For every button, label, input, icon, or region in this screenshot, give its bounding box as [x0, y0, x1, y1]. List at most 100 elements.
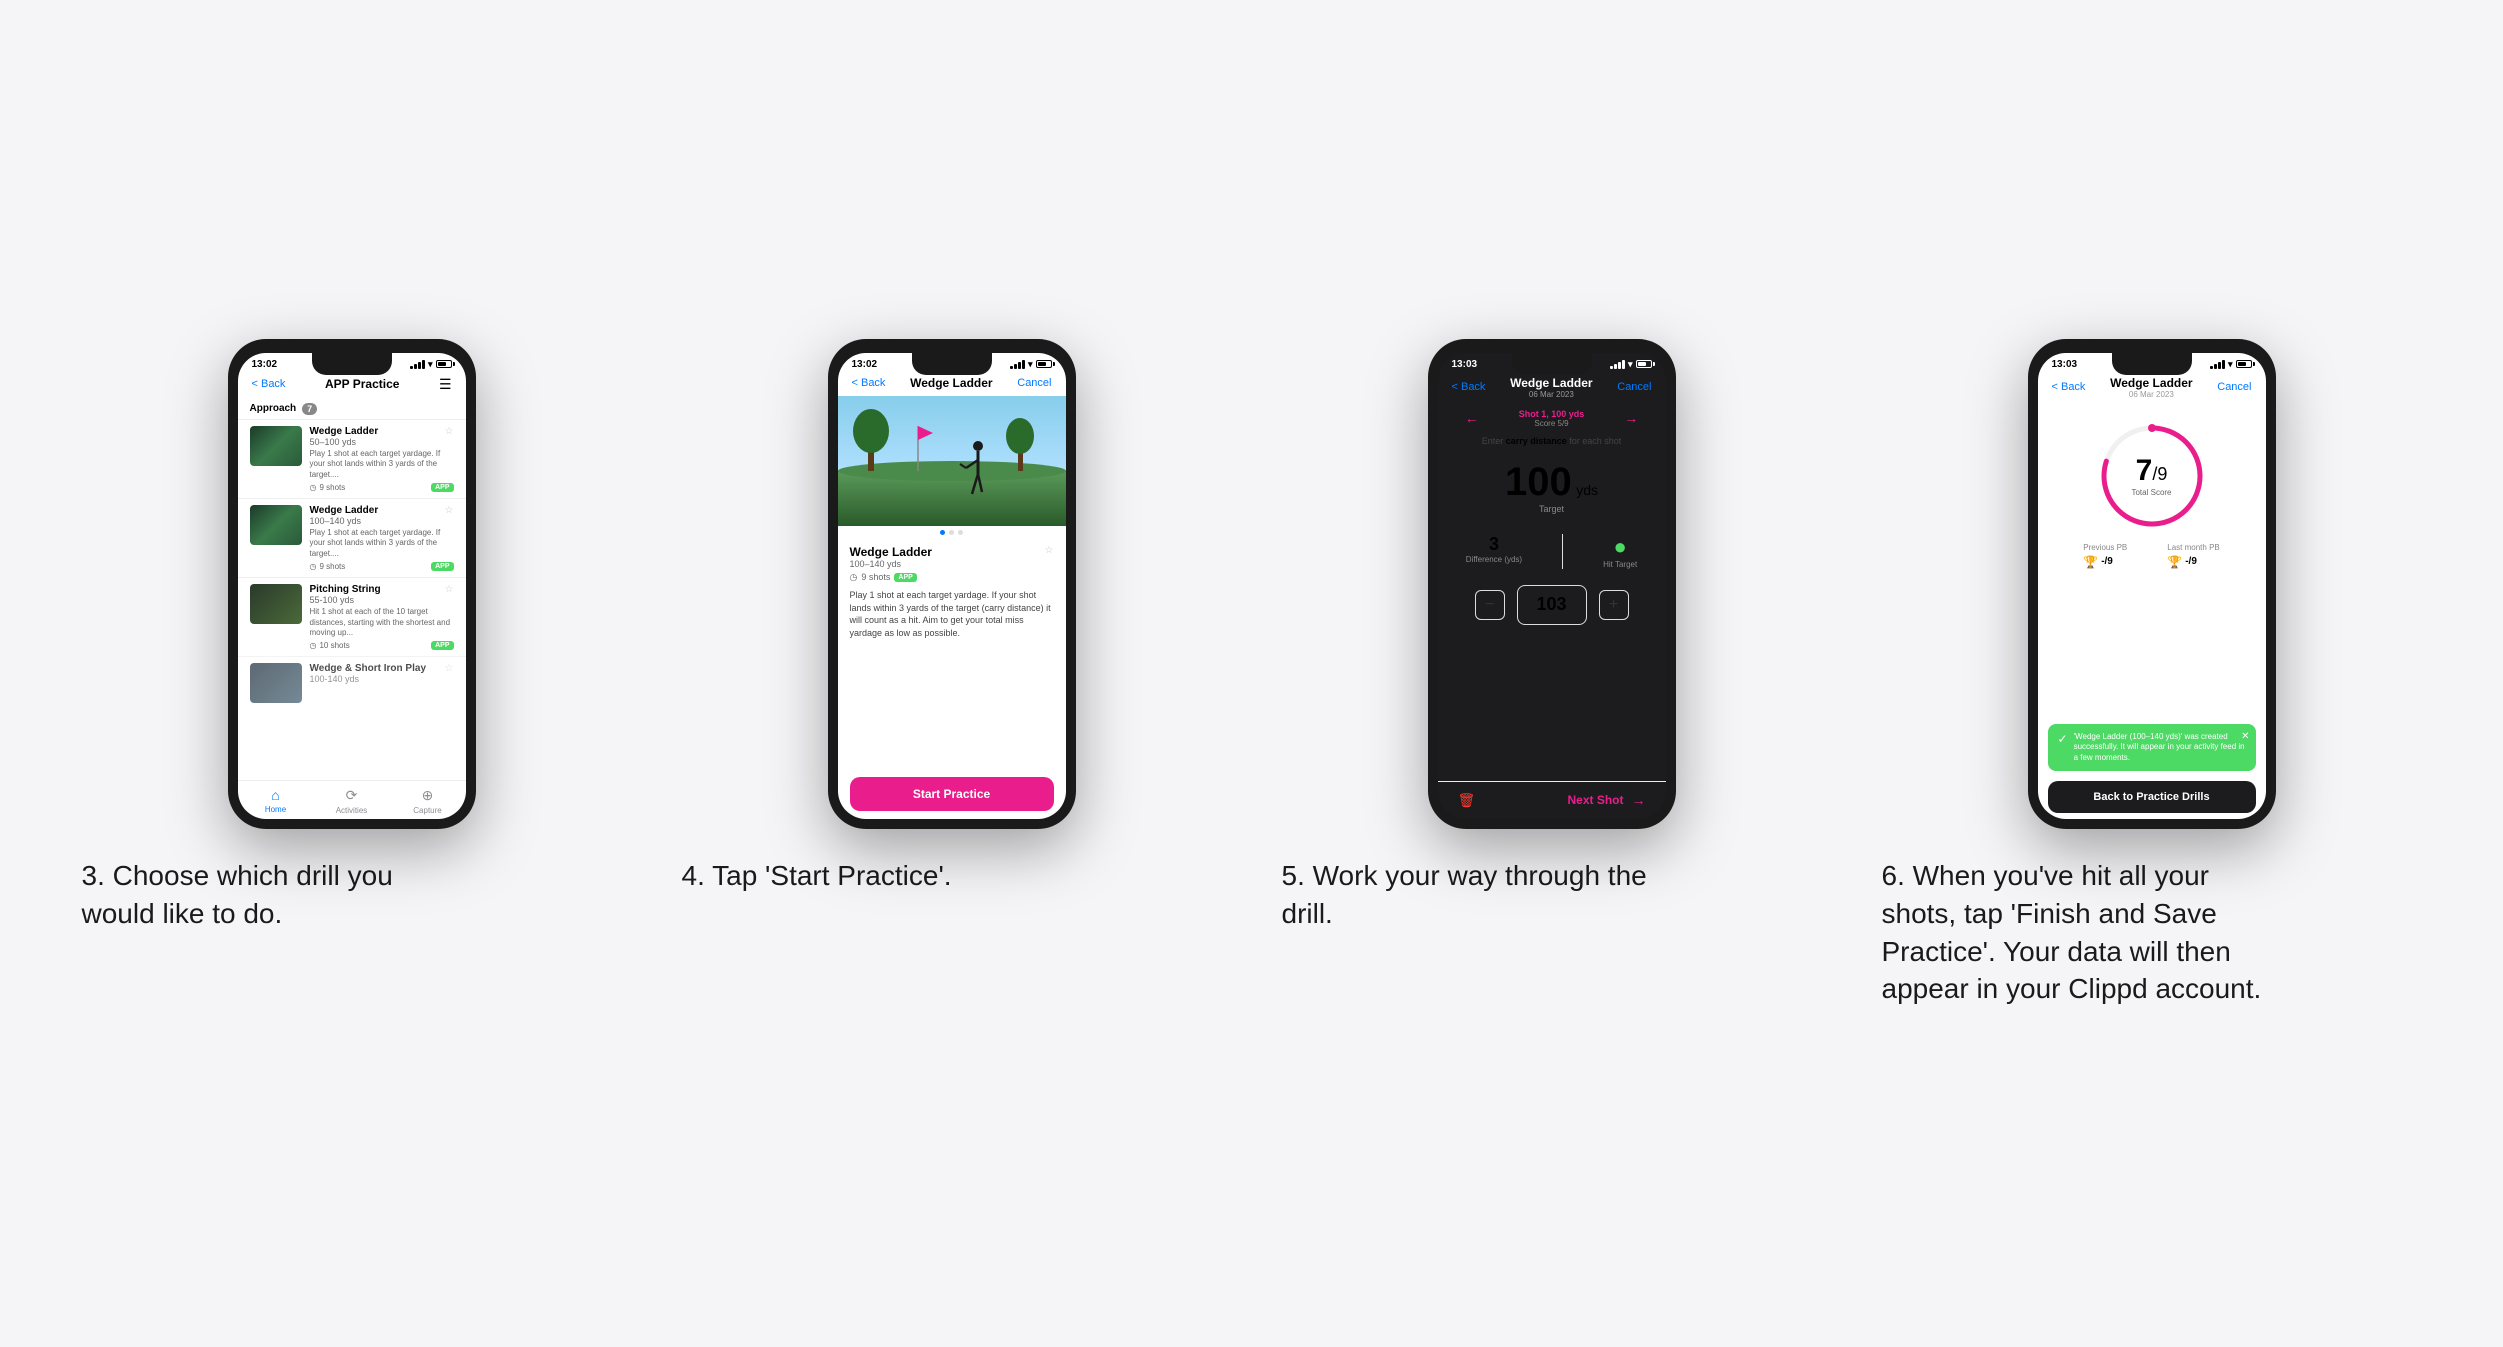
- drill-desc-1: Play 1 shot at each target yardage. If y…: [310, 449, 454, 480]
- drill-info-2: Wedge Ladder 100–140 yds ☆ Play 1 shot a…: [310, 505, 454, 571]
- input-row: − 103 +: [1438, 577, 1666, 633]
- back-to-practice-drills-button[interactable]: Back to Practice Drills: [2048, 781, 2256, 813]
- shot-label: Shot 1, 100 yds: [1519, 409, 1585, 419]
- status-icons-6: ▾: [2210, 359, 2252, 370]
- nav-bar-5: < Back Wedge Ladder 06 Mar 2023 Cancel: [1438, 372, 1666, 405]
- drill-description: Play 1 shot at each target yardage. If y…: [850, 589, 1054, 639]
- signal-bars-6: [2210, 360, 2225, 369]
- difference-value: 3: [1466, 534, 1522, 555]
- next-shot-arrow[interactable]: →: [1624, 410, 1638, 426]
- nav-back-4[interactable]: < Back: [852, 377, 886, 389]
- drill-item-2[interactable]: Wedge Ladder 100–140 yds ☆ Play 1 shot a…: [238, 498, 466, 577]
- drill-star-1[interactable]: ☆: [445, 426, 454, 437]
- last-month-pb-label: Last month PB: [2167, 543, 2219, 552]
- drill-detail-name-wrap: Wedge Ladder 100–140 yds: [850, 545, 932, 569]
- drill-shots-row: ◷ 9 shots APP: [850, 572, 1054, 583]
- signal-bar-3: [418, 362, 421, 369]
- caption-3: 3. Choose which drill you would like to …: [82, 857, 462, 933]
- target-unit: yds: [1576, 482, 1598, 498]
- spacer-5: [1438, 633, 1666, 781]
- score-circle-container: 7 /9 Total Score: [2038, 405, 2266, 539]
- app-badge-detail: APP: [894, 573, 916, 582]
- phone-3: 13:02 ▾: [228, 339, 476, 829]
- drill-item-3[interactable]: Pitching String 55-100 yds ☆ Hit 1 shot …: [238, 577, 466, 656]
- drill-info-4: Wedge & Short Iron Play 100-140 yds ☆: [310, 663, 454, 684]
- nav-bar-3: < Back APP Practice ☰: [238, 372, 466, 399]
- clock-icon-3: ◷: [310, 641, 317, 650]
- shot-score: Score 5/9: [1519, 419, 1585, 428]
- nav-title-4: Wedge Ladder: [910, 376, 992, 390]
- drill-thumb-img-4: [250, 663, 302, 703]
- drill-thumb-4: [250, 663, 302, 703]
- drill-thumb-1: [250, 426, 302, 466]
- drill-item-1[interactable]: Wedge Ladder 50–100 yds ☆ Play 1 shot at…: [238, 419, 466, 498]
- step-6-col: 13:03 ▾ < B: [1882, 339, 2422, 1008]
- start-practice-button[interactable]: Start Practice: [850, 777, 1054, 811]
- drill-star-3[interactable]: ☆: [445, 584, 454, 595]
- capture-icon: ⊕: [422, 787, 434, 804]
- nav-cancel-6[interactable]: Cancel: [2217, 381, 2251, 393]
- drill-item-row-3: Pitching String 55-100 yds ☆: [310, 584, 454, 605]
- bottom-nav-3: ⌂ Home ⟳ Activities ⊕ Capture: [238, 780, 466, 819]
- trash-icon[interactable]: 🗑: [1458, 792, 1476, 809]
- drill-star-4[interactable]: ☆: [445, 663, 454, 674]
- drill-thumb-img-3: [250, 584, 302, 624]
- target-yds-row: 100 yds: [1450, 462, 1654, 502]
- shots-count-3: ◷ 10 shots: [310, 641, 350, 650]
- dot-indicators: [838, 526, 1066, 539]
- drill-item-4[interactable]: Wedge & Short Iron Play 100-140 yds ☆: [238, 656, 466, 709]
- bottom-nav-capture[interactable]: ⊕ Capture: [390, 787, 466, 815]
- status-icons-3: ▾: [410, 359, 452, 370]
- previous-pb-val: 🏆 -/9: [2083, 555, 2127, 569]
- hit-target-value: ●: [1603, 534, 1637, 560]
- status-icons-5: ▾: [1610, 359, 1652, 370]
- prev-shot-arrow[interactable]: ←: [1465, 410, 1479, 426]
- dot-2: [949, 530, 954, 535]
- next-shot-arrow-btn[interactable]: →: [1632, 792, 1646, 808]
- last-month-pb: Last month PB 🏆 -/9: [2167, 543, 2219, 569]
- nav-cancel-5[interactable]: Cancel: [1617, 381, 1651, 393]
- carry-label: Enter carry distance for each shot: [1438, 432, 1666, 450]
- next-shot-button[interactable]: Next Shot: [1567, 793, 1623, 807]
- battery-fill-5: [1638, 362, 1646, 366]
- time-5: 13:03: [1452, 359, 1478, 370]
- caption-6: 6. When you've hit all your shots, tap '…: [1882, 857, 2262, 1008]
- bottom-nav-activities[interactable]: ⟳ Activities: [314, 787, 390, 815]
- bottom-nav-home[interactable]: ⌂ Home: [238, 787, 314, 815]
- phone-4-screen: 13:02 ▾ < B: [838, 353, 1066, 819]
- battery-4: [1036, 360, 1052, 368]
- signal-bars-4: [1010, 360, 1025, 369]
- nav-center-6: Wedge Ladder 06 Mar 2023: [2110, 376, 2192, 399]
- shot-nav: ← Shot 1, 100 yds Score 5/9 →: [1438, 405, 1666, 432]
- decrement-button[interactable]: −: [1475, 590, 1505, 620]
- battery-5: [1636, 360, 1652, 368]
- drill-hero-image: [838, 396, 1066, 526]
- drill-star-detail[interactable]: ☆: [1045, 545, 1054, 556]
- target-display: 100 yds Target: [1438, 450, 1666, 526]
- clock-icon-1: ◷: [310, 483, 317, 492]
- battery-3: [436, 360, 452, 368]
- nav-title-3: APP Practice: [325, 377, 400, 391]
- success-check-icon: ✓: [2058, 732, 2068, 748]
- app-badge-1: APP: [431, 483, 453, 492]
- success-close-btn[interactable]: ✕: [2241, 730, 2249, 743]
- nav-icon-3[interactable]: ☰: [439, 376, 452, 393]
- drill-list: Wedge Ladder 50–100 yds ☆ Play 1 shot at…: [238, 419, 466, 780]
- nav-cancel-4[interactable]: Cancel: [1017, 377, 1051, 389]
- drill-desc-2: Play 1 shot at each target yardage. If y…: [310, 528, 454, 559]
- spacer-6: [2038, 573, 2266, 720]
- battery-fill-4: [1038, 362, 1046, 366]
- nav-back-6[interactable]: < Back: [2052, 381, 2086, 393]
- score-label: Total Score: [2131, 488, 2171, 497]
- drill-item-row-1: Wedge Ladder 50–100 yds ☆: [310, 426, 454, 447]
- drill-star-2[interactable]: ☆: [445, 505, 454, 516]
- nav-back-5[interactable]: < Back: [1452, 381, 1486, 393]
- drill-name-1: Wedge Ladder 50–100 yds: [310, 426, 379, 447]
- nav-back-3[interactable]: < Back: [252, 378, 286, 390]
- nav-subtitle-6: 06 Mar 2023: [2129, 390, 2174, 399]
- carry-distance-input[interactable]: 103: [1517, 585, 1587, 625]
- home-icon: ⌂: [271, 787, 279, 803]
- drill-name-2: Wedge Ladder 100–140 yds: [310, 505, 379, 526]
- increment-button[interactable]: +: [1599, 590, 1629, 620]
- drill-detail-content: Wedge Ladder 100–140 yds ☆ ◷ 9 shots APP…: [838, 539, 1066, 769]
